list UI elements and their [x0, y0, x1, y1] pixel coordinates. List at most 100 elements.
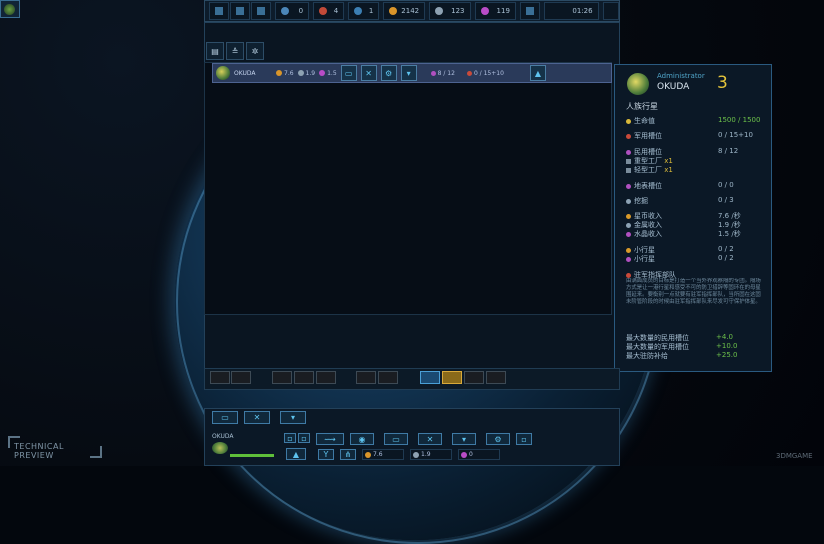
planet-count-icon	[354, 7, 363, 15]
credits-icon	[626, 213, 631, 219]
bottom-mini-3[interactable]: ▲	[286, 448, 306, 460]
ships-counter[interactable]: 4	[313, 2, 345, 20]
tab-fleets[interactable]: ≙	[226, 42, 244, 60]
credits-counter[interactable]: 2142	[383, 2, 426, 20]
minimap-thumbnail[interactable]	[0, 0, 20, 18]
bottom-action-1[interactable]: ⟿	[316, 433, 344, 445]
build-military-button[interactable]: ✕	[360, 65, 377, 81]
credits-icon	[389, 7, 398, 15]
slot-8[interactable]	[464, 371, 484, 384]
slot-6[interactable]	[356, 371, 376, 384]
planet-icon	[216, 66, 230, 80]
factory-light: 轻型工厂 x1	[626, 165, 673, 175]
worker-icon	[281, 7, 289, 15]
metal-value: 123	[451, 7, 465, 15]
garrison-description: 由满面成员的目标是打造一个当外界观察隔的专团。隔场方式是让一港行星和感受不可的防…	[626, 278, 761, 305]
credits-value: 2142	[401, 7, 420, 15]
diplomacy-icon	[525, 7, 534, 15]
tab-settings[interactable]: ✲	[246, 42, 264, 60]
resource-topbar: 0 4 1 2142 123 119 01:26	[204, 0, 620, 22]
crystal-icon	[319, 70, 326, 76]
planet-portrait	[627, 73, 649, 95]
info-row-surface: 地表槽位 0 / 0	[626, 181, 766, 191]
timer-value: 01:26	[572, 7, 593, 15]
bonus-supply: 最大驻防补给 +25.0	[626, 351, 738, 360]
empire-icon	[215, 7, 223, 15]
bottom-metal: 1.9	[410, 449, 452, 460]
factory-icon	[626, 158, 631, 164]
hp-icon	[626, 118, 631, 124]
panel-tabs: ▤ ≙ ✲	[206, 42, 264, 60]
slot-9[interactable]	[486, 371, 506, 384]
slot-active-1[interactable]	[420, 371, 440, 384]
build-ship-button[interactable]: ▲	[529, 65, 546, 81]
bottom-action-5[interactable]: ▾	[452, 433, 476, 445]
filter-button[interactable]: Y	[318, 449, 334, 460]
row-metal-income: 1.9	[297, 70, 315, 77]
asteroid-icon	[626, 256, 631, 262]
ship-icon	[319, 7, 328, 15]
game-timer: 01:26	[543, 2, 599, 20]
mining-icon	[626, 198, 631, 204]
tab-planets[interactable]: ▤	[206, 42, 224, 60]
menu-button[interactable]	[602, 2, 619, 20]
info-row-mining: 挖掘 0 / 3	[626, 196, 766, 206]
bottom-action-7[interactable]: ▫	[516, 433, 532, 445]
bottom-tab-civic[interactable]: ▭	[212, 411, 238, 424]
crystal-value: 119	[496, 7, 510, 15]
metal-icon	[435, 7, 444, 15]
slot-7[interactable]	[378, 371, 398, 384]
technical-preview-text: TECHNICAL PREVIEW	[14, 442, 64, 460]
upgrade-button[interactable]: ⚙	[380, 65, 397, 81]
asteroid-icon	[626, 247, 631, 253]
slot-5[interactable]	[316, 371, 336, 384]
bottom-mini-2[interactable]: ▫	[298, 433, 310, 443]
slot-1[interactable]	[210, 371, 230, 384]
military-slot-icon	[466, 70, 472, 76]
planet-type: 人族行星	[626, 102, 658, 111]
bottom-tab-military[interactable]: ✕	[244, 411, 270, 424]
bottom-action-3[interactable]: ▭	[384, 433, 408, 445]
planet-list	[204, 62, 612, 315]
planets-value: 1	[368, 7, 374, 15]
metal-counter[interactable]: 123	[429, 2, 471, 20]
credits-icon	[276, 70, 282, 76]
planet-health-fill	[230, 454, 274, 457]
diplomacy-button[interactable]	[519, 2, 540, 20]
bottom-mini-1[interactable]: ▫	[284, 433, 296, 443]
civic-slot-icon	[430, 70, 436, 76]
bottom-tab-research[interactable]: ▾	[280, 411, 306, 424]
slot-active-2[interactable]	[442, 371, 462, 384]
info-row-hp: 生命值 1500 / 1500	[626, 116, 766, 126]
asteroid-crystal: 小行星 0 / 2	[626, 254, 766, 264]
planet-health-bar	[230, 454, 274, 457]
empire-button[interactable]	[209, 2, 229, 20]
research-icon	[236, 7, 244, 15]
slot-3[interactable]	[272, 371, 292, 384]
civic-slot-icon	[626, 149, 631, 155]
build-civic-button[interactable]: ▭	[340, 65, 357, 81]
metal-icon	[626, 222, 631, 228]
bottom-action-2[interactable]: ◉	[350, 433, 374, 445]
planets-counter[interactable]: 1	[348, 2, 380, 20]
site-watermark: 3DMGAME	[776, 452, 813, 460]
factory-icon	[626, 167, 631, 173]
planet-title: OKUDA	[657, 82, 690, 92]
info-row-military: 军用槽位 0 / 15+10	[626, 131, 766, 141]
planet-list-row-okuda[interactable]: OKUDA 7.6 1.9 1.5 ▭ ✕ ⚙ ▾ 8 / 12 0 / 15+…	[212, 63, 612, 83]
workers-counter[interactable]: 0	[275, 2, 310, 20]
technical-preview-label: TECHNICAL PREVIEW	[8, 436, 102, 460]
metal-icon	[413, 451, 419, 458]
slot-4[interactable]	[294, 371, 314, 384]
planet-level: 3	[717, 73, 728, 93]
crystal-counter[interactable]: 119	[474, 2, 516, 20]
bottom-action-4[interactable]: ✕	[418, 433, 442, 445]
bottom-action-6[interactable]: ⚙	[486, 433, 510, 445]
slot-2[interactable]	[231, 371, 251, 384]
row-credit-income: 7.6	[276, 70, 294, 77]
split-button[interactable]: ⋔	[340, 449, 356, 460]
upgrade-2-button[interactable]: ▾	[400, 65, 417, 81]
research-button[interactable]	[230, 2, 250, 20]
selected-planet-icon[interactable]	[212, 442, 228, 454]
stats-button[interactable]	[251, 2, 271, 20]
